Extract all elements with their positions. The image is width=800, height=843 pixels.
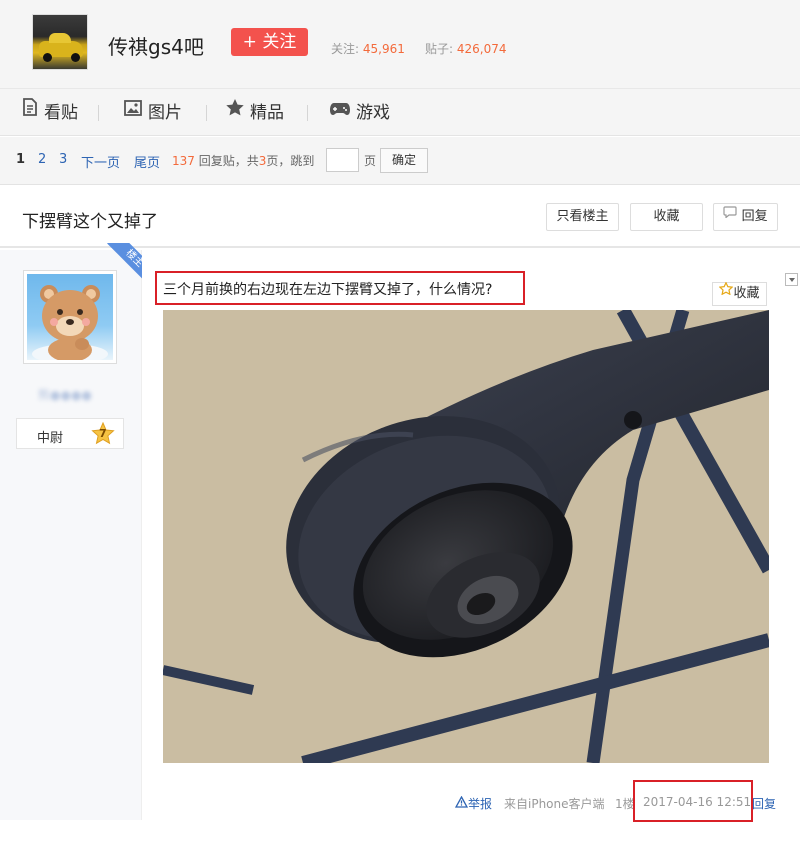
follow-button[interactable]: + 关注 (231, 28, 308, 56)
follow-stat: 关注: 45,961 (331, 40, 405, 57)
username[interactable]: 熊●●●● (38, 386, 92, 403)
post-photo[interactable] (163, 310, 769, 763)
warning-icon (454, 795, 469, 811)
tab-images[interactable]: 图片 (124, 89, 182, 137)
post-source[interactable]: 来自iPhone客户端 (504, 795, 605, 812)
jump-page-input[interactable] (326, 148, 359, 172)
post-time: 2017-04-16 12:51 (643, 795, 752, 809)
op-badge: 楼主 (107, 243, 142, 286)
page-link-3[interactable]: 3 (59, 152, 67, 167)
page-link-2[interactable]: 2 (38, 152, 46, 167)
level-number: 7 (99, 427, 107, 440)
rank-badge[interactable]: 中尉 7 (16, 418, 124, 449)
post-count-label: 贴子: (425, 42, 454, 56)
pages-label: 页，跳到 (266, 154, 315, 168)
document-icon (22, 87, 38, 135)
tab-featured-label: 精品 (250, 103, 284, 123)
star-icon (226, 87, 244, 135)
image-icon (124, 87, 142, 135)
report-label: 举报 (468, 797, 493, 811)
tab-threads-label: 看贴 (44, 103, 78, 123)
post-count: 426,074 (456, 42, 507, 56)
tab-games[interactable]: 游戏 (330, 89, 390, 137)
op-ribbon: 楼主 (98, 243, 142, 287)
tab-images-label: 图片 (148, 103, 182, 123)
thread-title: 下摆臂这个又掉了 (22, 212, 158, 232)
post-floor: 1楼 (615, 797, 635, 811)
tab-games-label: 游戏 (356, 103, 390, 123)
forum-header: 传祺gs4吧 + 关注 关注: 45,961 贴子: 426,074 (0, 0, 800, 88)
reply-count: 137 (172, 154, 195, 168)
reply-thread-button[interactable]: 回复 (713, 203, 778, 231)
report-link[interactable]: 举报 (454, 795, 493, 812)
star-outline-icon (718, 281, 735, 303)
page-link-1[interactable]: 1 (16, 152, 25, 167)
favorite-post-label: 收藏 (733, 286, 760, 301)
control-arm-photo (163, 310, 769, 763)
follow-count-label: 关注: (331, 42, 360, 56)
tab-threads[interactable]: 看贴 (22, 89, 78, 137)
reply-thread-label: 回复 (741, 209, 768, 224)
rank-name: 中尉 (37, 431, 64, 446)
favorite-thread-button[interactable]: 收藏 (630, 203, 703, 231)
level-star-icon: 7 (91, 421, 115, 450)
follow-count: 45,961 (362, 42, 405, 56)
tab-featured[interactable]: 精品 (226, 89, 284, 137)
reply-label: 回复贴，共 (198, 154, 259, 168)
author-sidebar (0, 250, 142, 820)
forum-nav: 看贴 图片 精品 游戏 (0, 88, 800, 136)
post-menu-toggle[interactable] (785, 273, 798, 286)
only-op-button[interactable]: 只看楼主 (546, 203, 619, 231)
thread-title-bar: 下摆臂这个又掉了 只看楼主 收藏 回复 (0, 186, 800, 248)
next-page-link[interactable]: 下一页 (81, 152, 120, 171)
page-unit-label: 页 (364, 154, 377, 168)
favorite-post-button[interactable]: 收藏 (712, 281, 767, 306)
post-content: 三个月前换的右边现在左边下摆臂又掉了，什么情况? (163, 282, 493, 298)
forum-thumbnail[interactable] (32, 14, 88, 70)
comment-icon (723, 202, 738, 228)
reply-info: 137 回复贴，共3页，跳到 (172, 152, 314, 169)
last-page-link[interactable]: 尾页 (134, 152, 160, 171)
gamepad-icon (330, 87, 350, 135)
reply-post-link[interactable]: 回复 (752, 795, 776, 812)
jump-confirm-button[interactable]: 确定 (380, 148, 428, 173)
post-stat: 贴子: 426,074 (425, 40, 507, 57)
forum-name[interactable]: 传祺gs4吧 (108, 31, 204, 60)
